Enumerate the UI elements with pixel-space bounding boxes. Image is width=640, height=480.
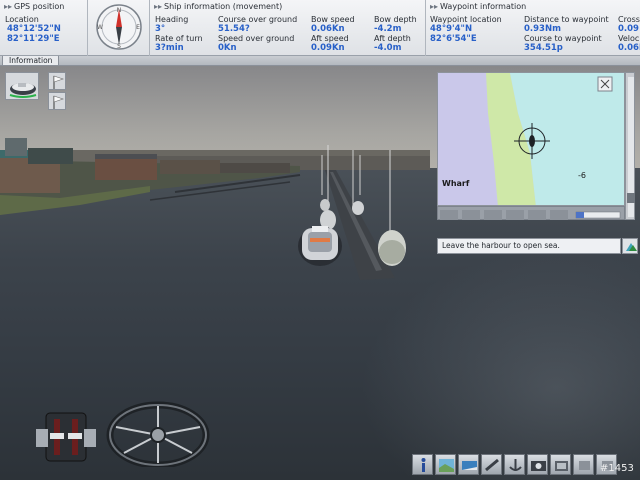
compass-icon: N S W E [96,4,142,50]
info-bar: ▸▸ GPS position Location 48°12'52"N 82°11… [0,0,640,56]
flag-icon[interactable] [48,92,66,110]
waypoint-info-title: Waypoint information [440,2,527,11]
distance-label: Distance to waypoint [524,15,609,24]
heading-label: Heading [155,15,189,24]
cross-value: 0.09 [618,24,639,34]
engine-button[interactable] [550,454,571,475]
camera-button[interactable] [527,454,548,475]
bow-speed-value: 0.06Kn [311,24,345,34]
anchor-button[interactable] [504,454,525,475]
waypoint-info-panel: ▸▸ Waypoint information Waypoint location… [426,0,640,56]
gps-longitude: 82°11'29"E [7,34,60,44]
gps-location-label: Location [5,15,39,24]
bow-depth-label: Bow depth [374,15,417,24]
lights-button[interactable] [573,454,594,475]
course-value: 354.51p [524,43,563,53]
rate-of-turn-label: Rate of turn [155,34,203,43]
helm-wheel-icon[interactable] [106,397,210,467]
message-icon[interactable] [622,238,638,254]
distance-value: 0.93Nm [524,24,561,34]
rope-button[interactable] [481,454,502,475]
boat-icon[interactable] [5,72,39,100]
course-label: Course to waypoint [524,34,602,43]
gps-title: GPS position [14,2,65,11]
bow-depth-value: -4.2m [374,24,402,34]
panel-tab-strip: Information [0,56,640,66]
flag-icon[interactable] [48,72,66,90]
throttle-icon[interactable] [34,411,98,463]
map-depth-label: -6 [578,171,586,180]
heading-value: 3° [155,24,166,34]
aft-depth-value: -4.0m [374,43,402,53]
aft-speed-value: 0.09Kn [311,43,345,53]
map-label-wharf: Wharf [442,179,470,188]
tab-information[interactable]: Information [2,56,60,66]
aft-speed-label: Aft speed [311,34,349,43]
cross-label: Cross [618,15,640,24]
map-button[interactable] [435,454,456,475]
bow-speed-label: Bow speed [311,15,355,24]
cog-label: Course over ground [218,15,298,24]
ship-info-title: Ship information (movement) [164,2,283,11]
map-toolbar [437,206,625,220]
gps-panel: ▸▸ GPS position Location 48°12'52"N 82°11… [0,0,88,56]
view-button[interactable] [458,454,479,475]
waypoint-location-label: Waypoint location [430,15,502,24]
minimap[interactable]: Wharf -6 [437,72,625,206]
compass-panel: N S W E [88,0,150,56]
velocity-label: Velocit [618,34,640,43]
sog-label: Speed over ground [218,34,295,43]
waypoint-longitude: 82°6'54"E [430,34,477,44]
info-button[interactable] [412,454,433,475]
gps-latitude: 48°12'52"N [7,24,61,34]
cog-value: 51.54? [218,24,250,34]
rate-of-turn-value: 3?min [155,43,184,53]
velocity-value: 0.06K [618,43,640,53]
frame-counter: #1453 [600,463,634,474]
svg-text:E: E [136,24,140,31]
waypoint-latitude: 48°9'4"N [430,24,473,34]
map-zoom-slider[interactable] [625,72,635,220]
sog-value: 0Kn [218,43,237,53]
mission-message: Leave the harbour to open sea. [437,238,621,254]
aft-depth-label: Aft depth [374,34,411,43]
svg-text:W: W [97,24,103,31]
ship-info-panel: ▸▸ Ship information (movement) Heading 3°… [150,0,426,56]
